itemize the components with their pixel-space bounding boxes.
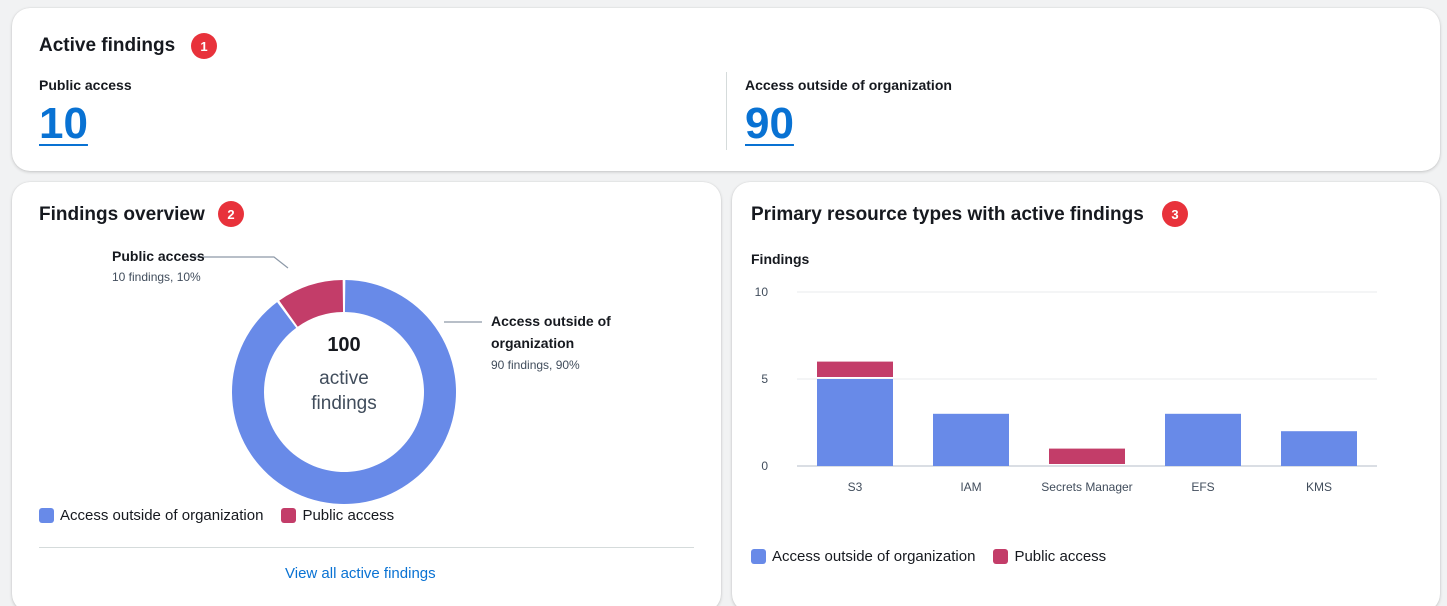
outside-org-count-link[interactable]: 90 (745, 102, 794, 146)
y-tick-label: 10 (755, 285, 769, 299)
callout-outside-detail: 90 findings, 90% (491, 358, 580, 372)
bar-legend-label-outside-org: Access outside of organization (772, 548, 976, 565)
bar-efs-outside-org[interactable] (1165, 413, 1241, 466)
donut-segment-outside-org[interactable] (232, 280, 457, 505)
callout-outside-label-1: Access outside of (491, 313, 611, 329)
step-badge-1: 1 (191, 33, 217, 59)
donut-center-line2: findings (311, 393, 377, 414)
x-tick-label: S3 (848, 480, 863, 494)
public-access-label: Public access (39, 77, 132, 93)
bar-legend-item-outside-org[interactable]: Access outside of organization (751, 548, 975, 565)
donut-center-value: 100 (327, 334, 360, 356)
x-tick-label: KMS (1306, 480, 1332, 494)
bar-legend-item-public-access[interactable]: Public access (993, 548, 1106, 565)
y-tick-label: 5 (761, 372, 768, 386)
bar-legend-swatch-outside-org (751, 549, 766, 564)
x-tick-label: EFS (1191, 480, 1214, 494)
callout-line-public (192, 256, 289, 269)
bar-legend-label-public-access: Public access (1014, 548, 1107, 565)
x-tick-label: IAM (960, 480, 981, 494)
y-axis-title: Findings (751, 251, 810, 267)
resource-types-title: Primary resource types with active findi… (751, 204, 1144, 225)
callout-public-label: Public access (112, 248, 205, 264)
outside-org-label: Access outside of organization (745, 77, 952, 93)
bar-s3-outside-org[interactable] (817, 379, 893, 466)
active-findings-card: Active findings 1 Public access 10 Acces… (12, 8, 1440, 171)
active-findings-title: Active findings (39, 35, 176, 56)
legend-label-outside-org: Access outside of organization (60, 507, 264, 524)
view-all-active-findings-link[interactable]: View all active findings (285, 565, 436, 582)
bar-secrets-manager-public-access[interactable] (1049, 448, 1125, 464)
y-tick-label: 0 (761, 459, 768, 473)
donut-center-line1: active (319, 368, 369, 389)
public-access-count-link[interactable]: 10 (39, 102, 88, 146)
legend-item-public-access[interactable]: Public access (281, 507, 394, 524)
resource-legend: Access outside of organization Public ac… (751, 548, 1124, 565)
metrics-divider (726, 72, 727, 150)
overview-footer-divider (39, 547, 694, 548)
findings-donut-chart: Public access 10 findings, 10% Access ou… (112, 248, 611, 505)
bar-iam-outside-org[interactable] (933, 413, 1009, 466)
findings-overview-title: Findings overview (39, 204, 205, 225)
bar-kms-outside-org[interactable] (1281, 431, 1357, 466)
resource-types-card: Primary resource types with active findi… (732, 182, 1440, 606)
step-badge-2: 2 (218, 201, 244, 227)
legend-label-public-access: Public access (302, 507, 395, 524)
findings-overview-card: Findings overview 2 Public access 10 fin… (12, 182, 721, 606)
legend-swatch-outside-org (39, 508, 54, 523)
legend-swatch-public-access (281, 508, 297, 523)
callout-public-detail: 10 findings, 10% (112, 270, 201, 284)
x-tick-label: Secrets Manager (1041, 480, 1132, 494)
callout-outside-label-2: organization (491, 335, 574, 351)
legend-item-outside-org[interactable]: Access outside of organization (39, 507, 263, 524)
step-badge-3: 3 (1162, 201, 1188, 227)
resource-types-bar-chart: Findings 0 5 10 S3 IAM Secrets Manager EFS KMS (751, 251, 1377, 494)
bar-legend-swatch-public-access (993, 549, 1009, 564)
overview-legend: Access outside of organization Public ac… (39, 507, 412, 524)
bar-s3-public-access[interactable] (817, 361, 893, 377)
